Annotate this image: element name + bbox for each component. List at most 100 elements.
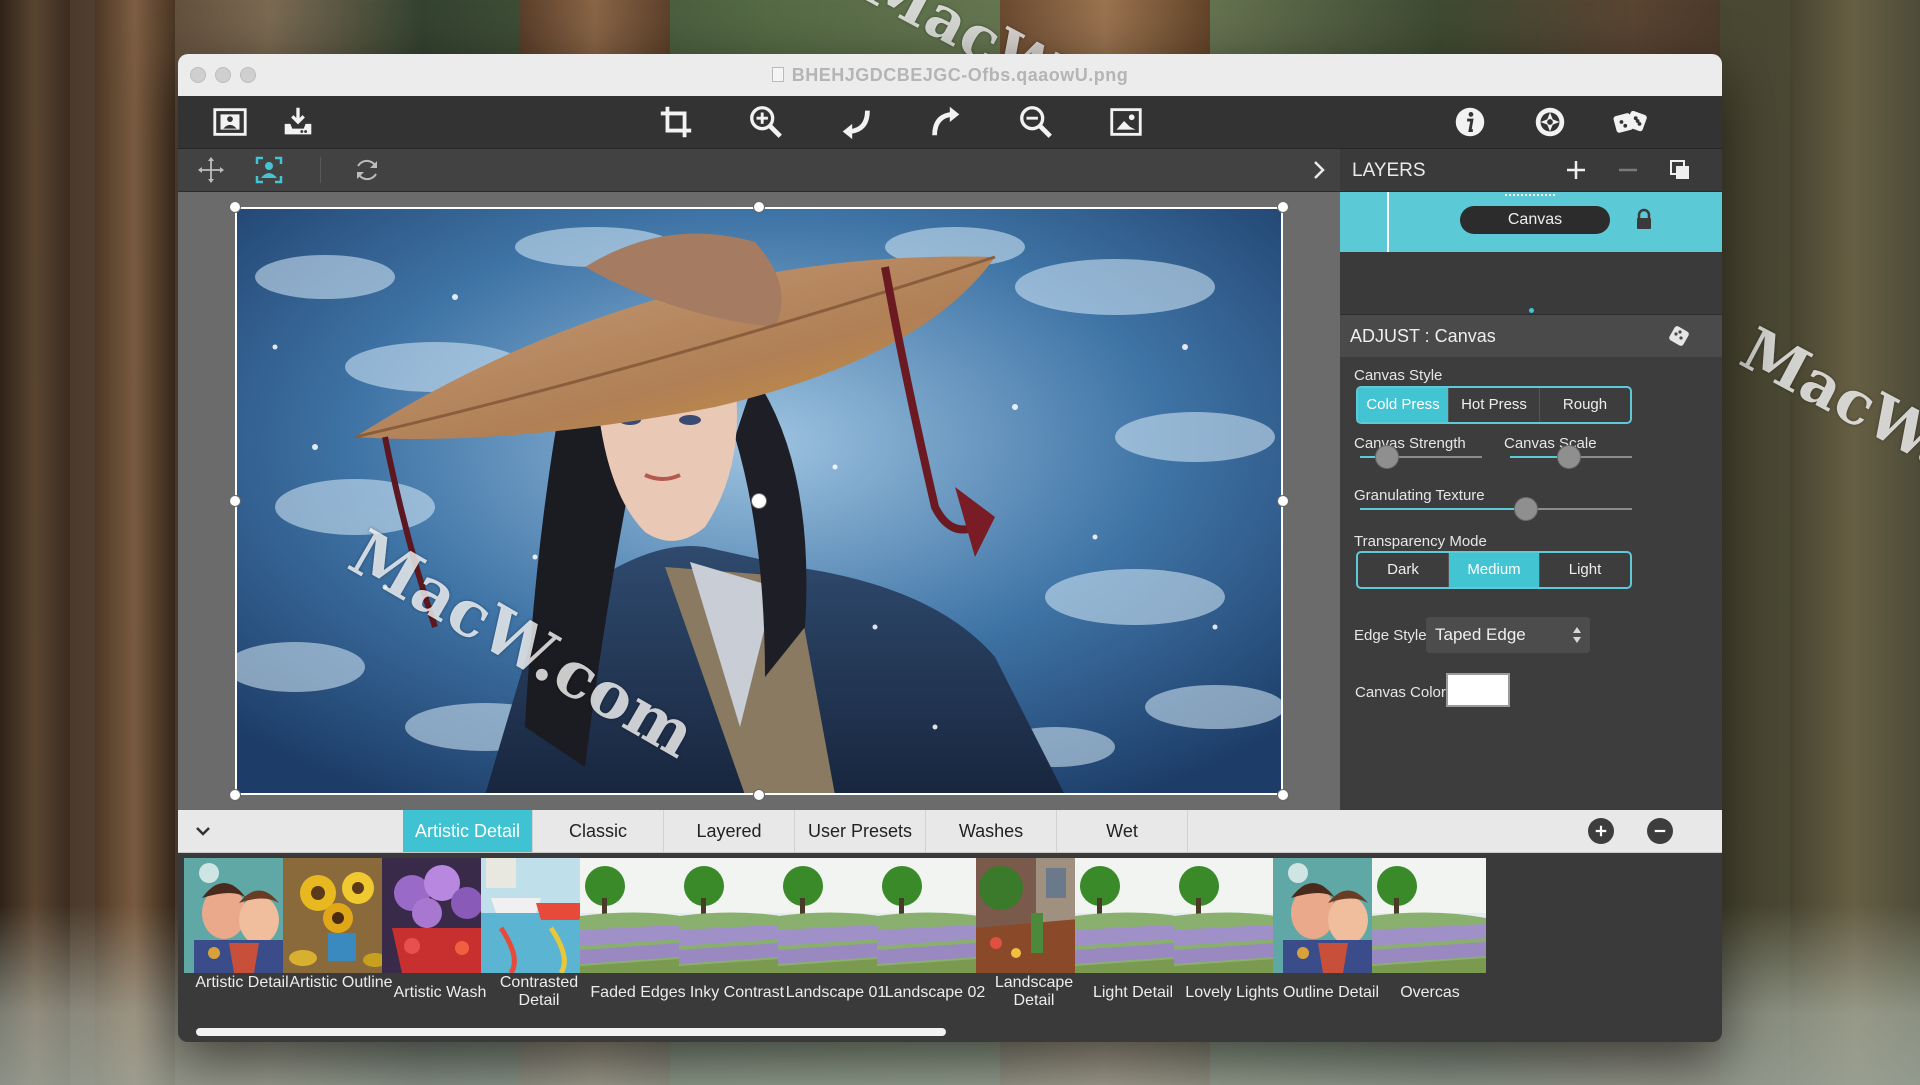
adjust-title: ADJUST : Canvas (1350, 326, 1496, 346)
minus-icon (1654, 829, 1666, 833)
transparency-mode-segmented: Dark Medium Light (1356, 551, 1632, 589)
canvas-color-swatch[interactable] (1446, 673, 1510, 707)
tab-wet[interactable]: Wet (1057, 810, 1188, 852)
edge-style-value: Taped Edge (1435, 625, 1526, 644)
canvas-style-segmented: Cold Press Hot Press Rough (1356, 386, 1632, 424)
select-updown-icon (1573, 627, 1581, 643)
resize-handle-top-right[interactable] (1277, 201, 1289, 213)
plus-icon (1595, 825, 1607, 837)
slider-knob[interactable] (1374, 445, 1399, 469)
canvas-style-cold-press[interactable]: Cold Press (1358, 388, 1449, 422)
canvas-toolbar (178, 149, 1340, 192)
panel-resize-dot[interactable] (1529, 308, 1534, 313)
canvas-area[interactable]: MacW.com (178, 192, 1340, 810)
tab-user-presets[interactable]: User Presets (795, 810, 926, 852)
layers-title: LAYERS (1352, 160, 1426, 181)
layer-name: Canvas (1460, 206, 1610, 234)
preset-thumbnail[interactable] (580, 858, 694, 973)
zoom-out-icon[interactable] (1016, 102, 1056, 142)
canvas-style-rough[interactable]: Rough (1540, 388, 1630, 422)
canvas-scale-slider[interactable] (1510, 445, 1632, 469)
transparency-mode-label: Transparency Mode (1354, 533, 1487, 550)
granulating-texture-slider[interactable] (1360, 497, 1632, 521)
tab-classic[interactable]: Classic (533, 810, 664, 852)
rotate-refresh-icon[interactable] (350, 154, 384, 186)
preset-thumbnail[interactable] (1174, 858, 1288, 973)
resize-handle-left[interactable] (229, 495, 241, 507)
resize-handle-top[interactable] (753, 201, 765, 213)
duplicate-layer-icon[interactable] (1668, 158, 1692, 182)
select-person-icon[interactable] (252, 154, 286, 186)
layer-drag-grip[interactable] (1505, 194, 1555, 200)
preset-thumbnail[interactable] (778, 858, 892, 973)
resize-handle-bottom[interactable] (753, 789, 765, 801)
tab-layered[interactable]: Layered (664, 810, 795, 852)
remove-preset-button[interactable] (1647, 818, 1673, 844)
info-icon[interactable] (1450, 102, 1490, 142)
canvas-style-label: Canvas Style (1354, 367, 1443, 384)
resize-handle-bottom-right[interactable] (1277, 789, 1289, 801)
add-preset-button[interactable] (1588, 818, 1614, 844)
slider-knob[interactable] (1513, 497, 1538, 521)
canvas-style-hot-press[interactable]: Hot Press (1449, 388, 1540, 422)
edge-style-select[interactable]: Taped Edge (1426, 617, 1590, 653)
preset-thumbnail[interactable] (1273, 858, 1387, 973)
app-window: BHEHJGDCBEJGC-Ofbs.qaaowU.png MacW.com L… (178, 54, 1722, 1042)
preset-thumbnail[interactable] (976, 858, 1090, 973)
canvas-strength-label: Canvas Strength (1354, 435, 1466, 452)
layers-header: LAYERS (1340, 149, 1722, 192)
preset-strip: Artistic Detail Artistic Outline Artistic … (178, 853, 1722, 1042)
transparency-light[interactable]: Light (1540, 553, 1630, 587)
canvas-scale-label: Canvas Scale (1504, 435, 1597, 452)
window-title: BHEHJGDCBEJGC-Ofbs.qaaowU.png (791, 65, 1129, 85)
resize-handle-bottom-left[interactable] (229, 789, 241, 801)
preset-thumbnail[interactable] (679, 858, 793, 973)
save-download-icon[interactable] (278, 102, 318, 142)
granulating-texture-label: Granulating Texture (1354, 487, 1485, 504)
layers-list-empty-area (1340, 252, 1722, 315)
zoom-in-icon[interactable] (746, 102, 786, 142)
lock-icon[interactable] (1634, 208, 1654, 232)
resize-handle-right[interactable] (1277, 495, 1289, 507)
aperture-icon[interactable] (1530, 102, 1570, 142)
subbar-divider (320, 157, 321, 183)
edge-style-label: Edge Style (1354, 627, 1427, 644)
transparency-dark[interactable]: Dark (1358, 553, 1449, 587)
collapse-presets-icon[interactable] (192, 820, 214, 842)
layer-item-canvas[interactable]: Canvas (1340, 192, 1722, 252)
remove-layer-icon[interactable] (1616, 158, 1640, 182)
preset-thumbnail[interactable] (382, 858, 496, 973)
preset-thumbnail[interactable] (481, 858, 595, 973)
preset-thumbnail[interactable] (283, 858, 397, 973)
crop-icon[interactable] (656, 102, 696, 142)
randomize-dice-icon[interactable] (1666, 323, 1692, 349)
title-bar: BHEHJGDCBEJGC-Ofbs.qaaowU.png (178, 54, 1722, 96)
main-toolbar (178, 96, 1722, 149)
add-layer-icon[interactable] (1564, 158, 1588, 182)
fit-image-icon[interactable] (1106, 102, 1146, 142)
preset-label: Overcas (1400, 984, 1460, 1001)
right-panel: LAYERS Canvas ADJUST : Canvas Canvas Sty… (1340, 149, 1722, 810)
preset-thumbnail[interactable] (1075, 858, 1189, 973)
canvas-strength-slider[interactable] (1360, 445, 1482, 469)
resize-handle-top-left[interactable] (229, 201, 241, 213)
undo-icon[interactable] (836, 102, 876, 142)
adjust-header: ADJUST : Canvas (1340, 315, 1722, 357)
tab-artistic-detail[interactable]: Artistic Detail (403, 810, 533, 852)
move-arrows-icon[interactable] (194, 154, 228, 186)
dice-icon[interactable] (1610, 102, 1650, 142)
collapse-chevron-icon[interactable] (1302, 154, 1336, 186)
preset-thumbnail[interactable] (184, 858, 298, 973)
rotate-center-handle[interactable] (751, 493, 767, 509)
preset-tab-bar: Artistic Detail Classic Layered User Pre… (178, 810, 1722, 853)
image-frame-icon[interactable] (210, 102, 250, 142)
preset-thumbnail[interactable] (1372, 858, 1486, 973)
preset-scrollbar[interactable] (196, 1028, 946, 1036)
slider-knob[interactable] (1556, 445, 1581, 469)
tab-washes[interactable]: Washes (926, 810, 1057, 852)
redo-icon[interactable] (926, 102, 966, 142)
preset-thumbnail[interactable] (877, 858, 991, 973)
layer-visibility-bar[interactable] (1387, 192, 1389, 252)
transparency-medium[interactable]: Medium (1449, 553, 1540, 587)
canvas-color-label: Canvas Color (1355, 684, 1446, 701)
